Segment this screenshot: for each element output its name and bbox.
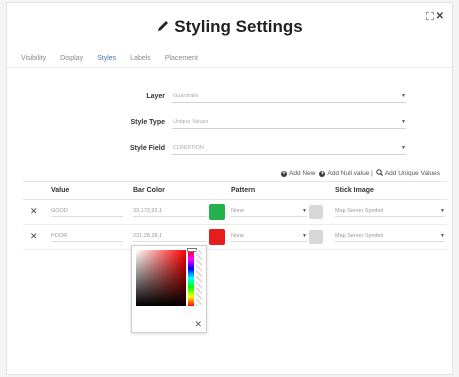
stick-image-select[interactable]: Map Server Symbol ▼ <box>335 231 445 242</box>
pattern-select[interactable]: None ▼ <box>231 206 307 217</box>
style-type-label: Style Type <box>130 119 166 126</box>
chevron-down-icon: ▼ <box>401 145 406 151</box>
add-null-link[interactable]: Add Null value | <box>327 170 372 177</box>
bar-color-input[interactable]: 33,173,93,1 <box>133 206 207 217</box>
table-header: Value Bar Color Pattern Stick Image <box>23 181 447 200</box>
styling-settings-dialog: Styling Settings ✕ Visibility Display St… <box>6 2 453 375</box>
value-input[interactable]: POOR <box>51 231 123 242</box>
tabs-divider <box>7 67 452 68</box>
chevron-down-icon: ▼ <box>440 208 445 214</box>
chevron-down-icon: ▼ <box>302 233 307 239</box>
layer-value: Guardrails <box>173 93 199 99</box>
hue-slider[interactable] <box>188 250 194 306</box>
color-picker-popup: ✕ <box>131 245 207 333</box>
column-header-bar-color: Bar Color <box>133 187 165 194</box>
chevron-down-icon: ▼ <box>401 119 406 125</box>
stick-image-value: Map Server Symbol <box>335 208 384 214</box>
style-field-select[interactable]: CONDITION ▼ <box>172 143 406 155</box>
layer-label: Layer <box>146 93 165 100</box>
delete-row-icon[interactable]: ✕ <box>30 206 38 217</box>
bar-color-input[interactable]: 231,28,28,1 <box>133 231 207 242</box>
value-input[interactable]: GOOD <box>51 206 123 217</box>
pattern-preview <box>309 230 323 244</box>
pattern-select[interactable]: None ▼ <box>231 231 307 242</box>
column-header-pattern: Pattern <box>231 187 256 194</box>
chevron-down-icon: ▼ <box>401 93 406 99</box>
add-new-link[interactable]: Add New <box>289 170 315 177</box>
pattern-value: None <box>231 208 245 214</box>
delete-row-icon[interactable]: ✕ <box>30 231 38 242</box>
alpha-slider[interactable] <box>196 250 202 306</box>
color-swatch[interactable] <box>209 229 225 245</box>
dialog-title-text: Styling Settings <box>174 17 303 36</box>
chevron-down-icon: ▼ <box>302 208 307 214</box>
header-controls: ✕ <box>425 11 444 22</box>
pencil-icon <box>156 18 170 38</box>
style-field-label: Style Field <box>129 145 165 152</box>
stick-image-select[interactable]: Map Server Symbol ▼ <box>335 206 445 217</box>
style-type-row: Style Type Unique Values ▼ <box>7 117 452 131</box>
expand-icon[interactable] <box>425 11 435 22</box>
plus-circle-icon: + <box>281 170 288 177</box>
plus-circle-icon: + <box>319 170 326 177</box>
close-icon[interactable]: ✕ <box>436 11 444 22</box>
close-icon[interactable]: ✕ <box>194 319 202 330</box>
layer-row: Layer Guardrails ▼ <box>7 91 452 105</box>
layer-select[interactable]: Guardrails ▼ <box>172 91 406 103</box>
pattern-value: None <box>231 233 245 239</box>
add-unique-values-link[interactable]: Add Unique Values <box>385 170 440 177</box>
style-type-select[interactable]: Unique Values ▼ <box>172 117 406 129</box>
style-field-value: CONDITION <box>173 145 204 151</box>
pattern-preview <box>309 205 323 219</box>
search-icon <box>376 169 383 178</box>
saturation-value-area[interactable] <box>136 250 186 306</box>
styles-table: Value Bar Color Pattern Stick Image ✕ GO… <box>23 181 447 250</box>
stick-image-value: Map Server Symbol <box>335 233 384 239</box>
table-actions: + Add New + Add Null value | Add Unique … <box>281 169 440 178</box>
table-row: ✕ POOR 231,28,28,1 None ▼ Map Server Sym… <box>23 225 447 250</box>
style-field-row: Style Field CONDITION ▼ <box>7 143 452 157</box>
table-row: ✕ GOOD 33,173,93,1 None ▼ Map Server Sym… <box>23 200 447 225</box>
style-type-value: Unique Values <box>173 119 209 125</box>
color-swatch[interactable] <box>209 204 225 220</box>
dialog-title: Styling Settings <box>7 17 452 38</box>
column-header-stick-image: Stick Image <box>335 187 374 194</box>
column-header-value: Value <box>51 187 70 194</box>
chevron-down-icon: ▼ <box>440 233 445 239</box>
